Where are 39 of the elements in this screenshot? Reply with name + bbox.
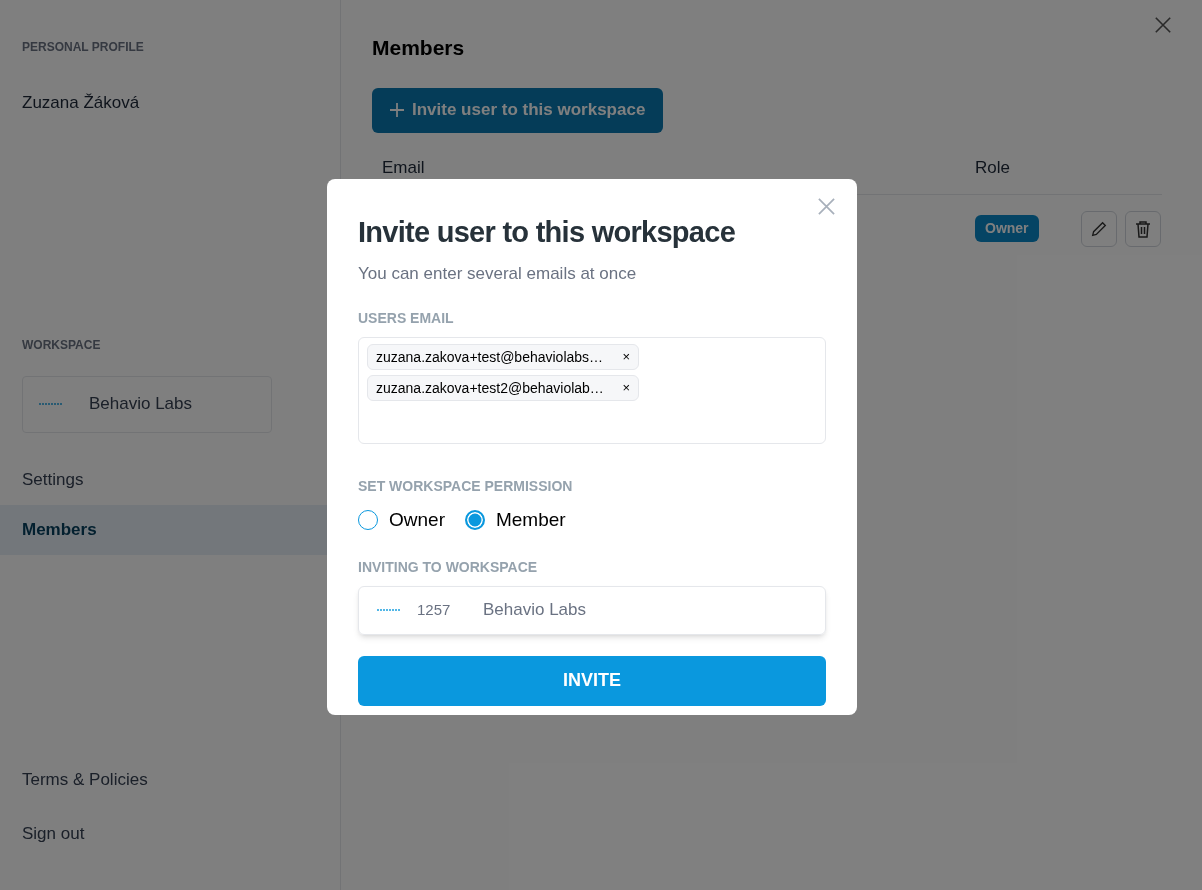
workspace-select[interactable]: 1257 Behavio Labs — [358, 585, 826, 635]
email-text: zuzana.zakova+test2@behaviolab… — [376, 378, 604, 398]
workspace-name: Behavio Labs — [483, 599, 587, 622]
workspace-card[interactable]: Behavio Labs — [22, 375, 272, 433]
field-label: USERS EMAIL — [358, 309, 455, 328]
field-label: INVITING TO WORKSPACE — [358, 557, 539, 577]
invite-button[interactable]: Invite user to this workspace — [372, 87, 664, 133]
email-input-field[interactable]: zuzana.zakova+test@behaviolabs… × zuzana.zakova+test2@behaviolab… × — [358, 337, 826, 444]
role-badge: Owner — [975, 215, 1039, 242]
column-header: Email — [382, 156, 426, 179]
logo-icon — [39, 402, 63, 406]
dialog-subtitle: You can enter several emails at once — [358, 262, 638, 285]
column-header: Role — [975, 156, 1010, 179]
close-icon[interactable] — [817, 197, 836, 216]
logo-icon — [377, 608, 401, 612]
plus-icon — [390, 103, 404, 117]
close-icon[interactable] — [1154, 16, 1172, 34]
radio-label: Owner — [389, 508, 445, 532]
footer-link[interactable]: Terms & Policies — [0, 767, 340, 793]
pencil-icon — [1090, 219, 1108, 238]
delete-button[interactable] — [1125, 210, 1161, 247]
edit-button[interactable] — [1081, 210, 1117, 247]
dialog-title: Invite user to this workspace — [358, 215, 737, 250]
invite-submit-button[interactable]: INVITE — [358, 655, 826, 706]
radio-label: Member — [495, 508, 566, 532]
email-text: zuzana.zakova+test@behaviolabs… — [376, 347, 604, 367]
footer-link[interactable]: Sign out — [0, 820, 340, 846]
chip-remove-button[interactable]: × — [622, 347, 630, 367]
section-heading: WORKSPACE — [21, 336, 102, 354]
workspace-id: 1257 — [417, 599, 452, 620]
page-title: Members — [372, 35, 466, 61]
radio-button[interactable] — [464, 510, 485, 531]
radio-button[interactable] — [358, 510, 378, 531]
field-label: SET WORKSPACE PERMISSION — [358, 477, 574, 496]
workspace-name: Behavio Labs — [89, 393, 193, 416]
chip-remove-button[interactable]: × — [622, 378, 630, 398]
trash-icon — [1135, 219, 1151, 238]
user-name[interactable]: Zuzana Žáková — [0, 90, 340, 116]
section-heading: PERSONAL PROFILE — [21, 39, 145, 56]
